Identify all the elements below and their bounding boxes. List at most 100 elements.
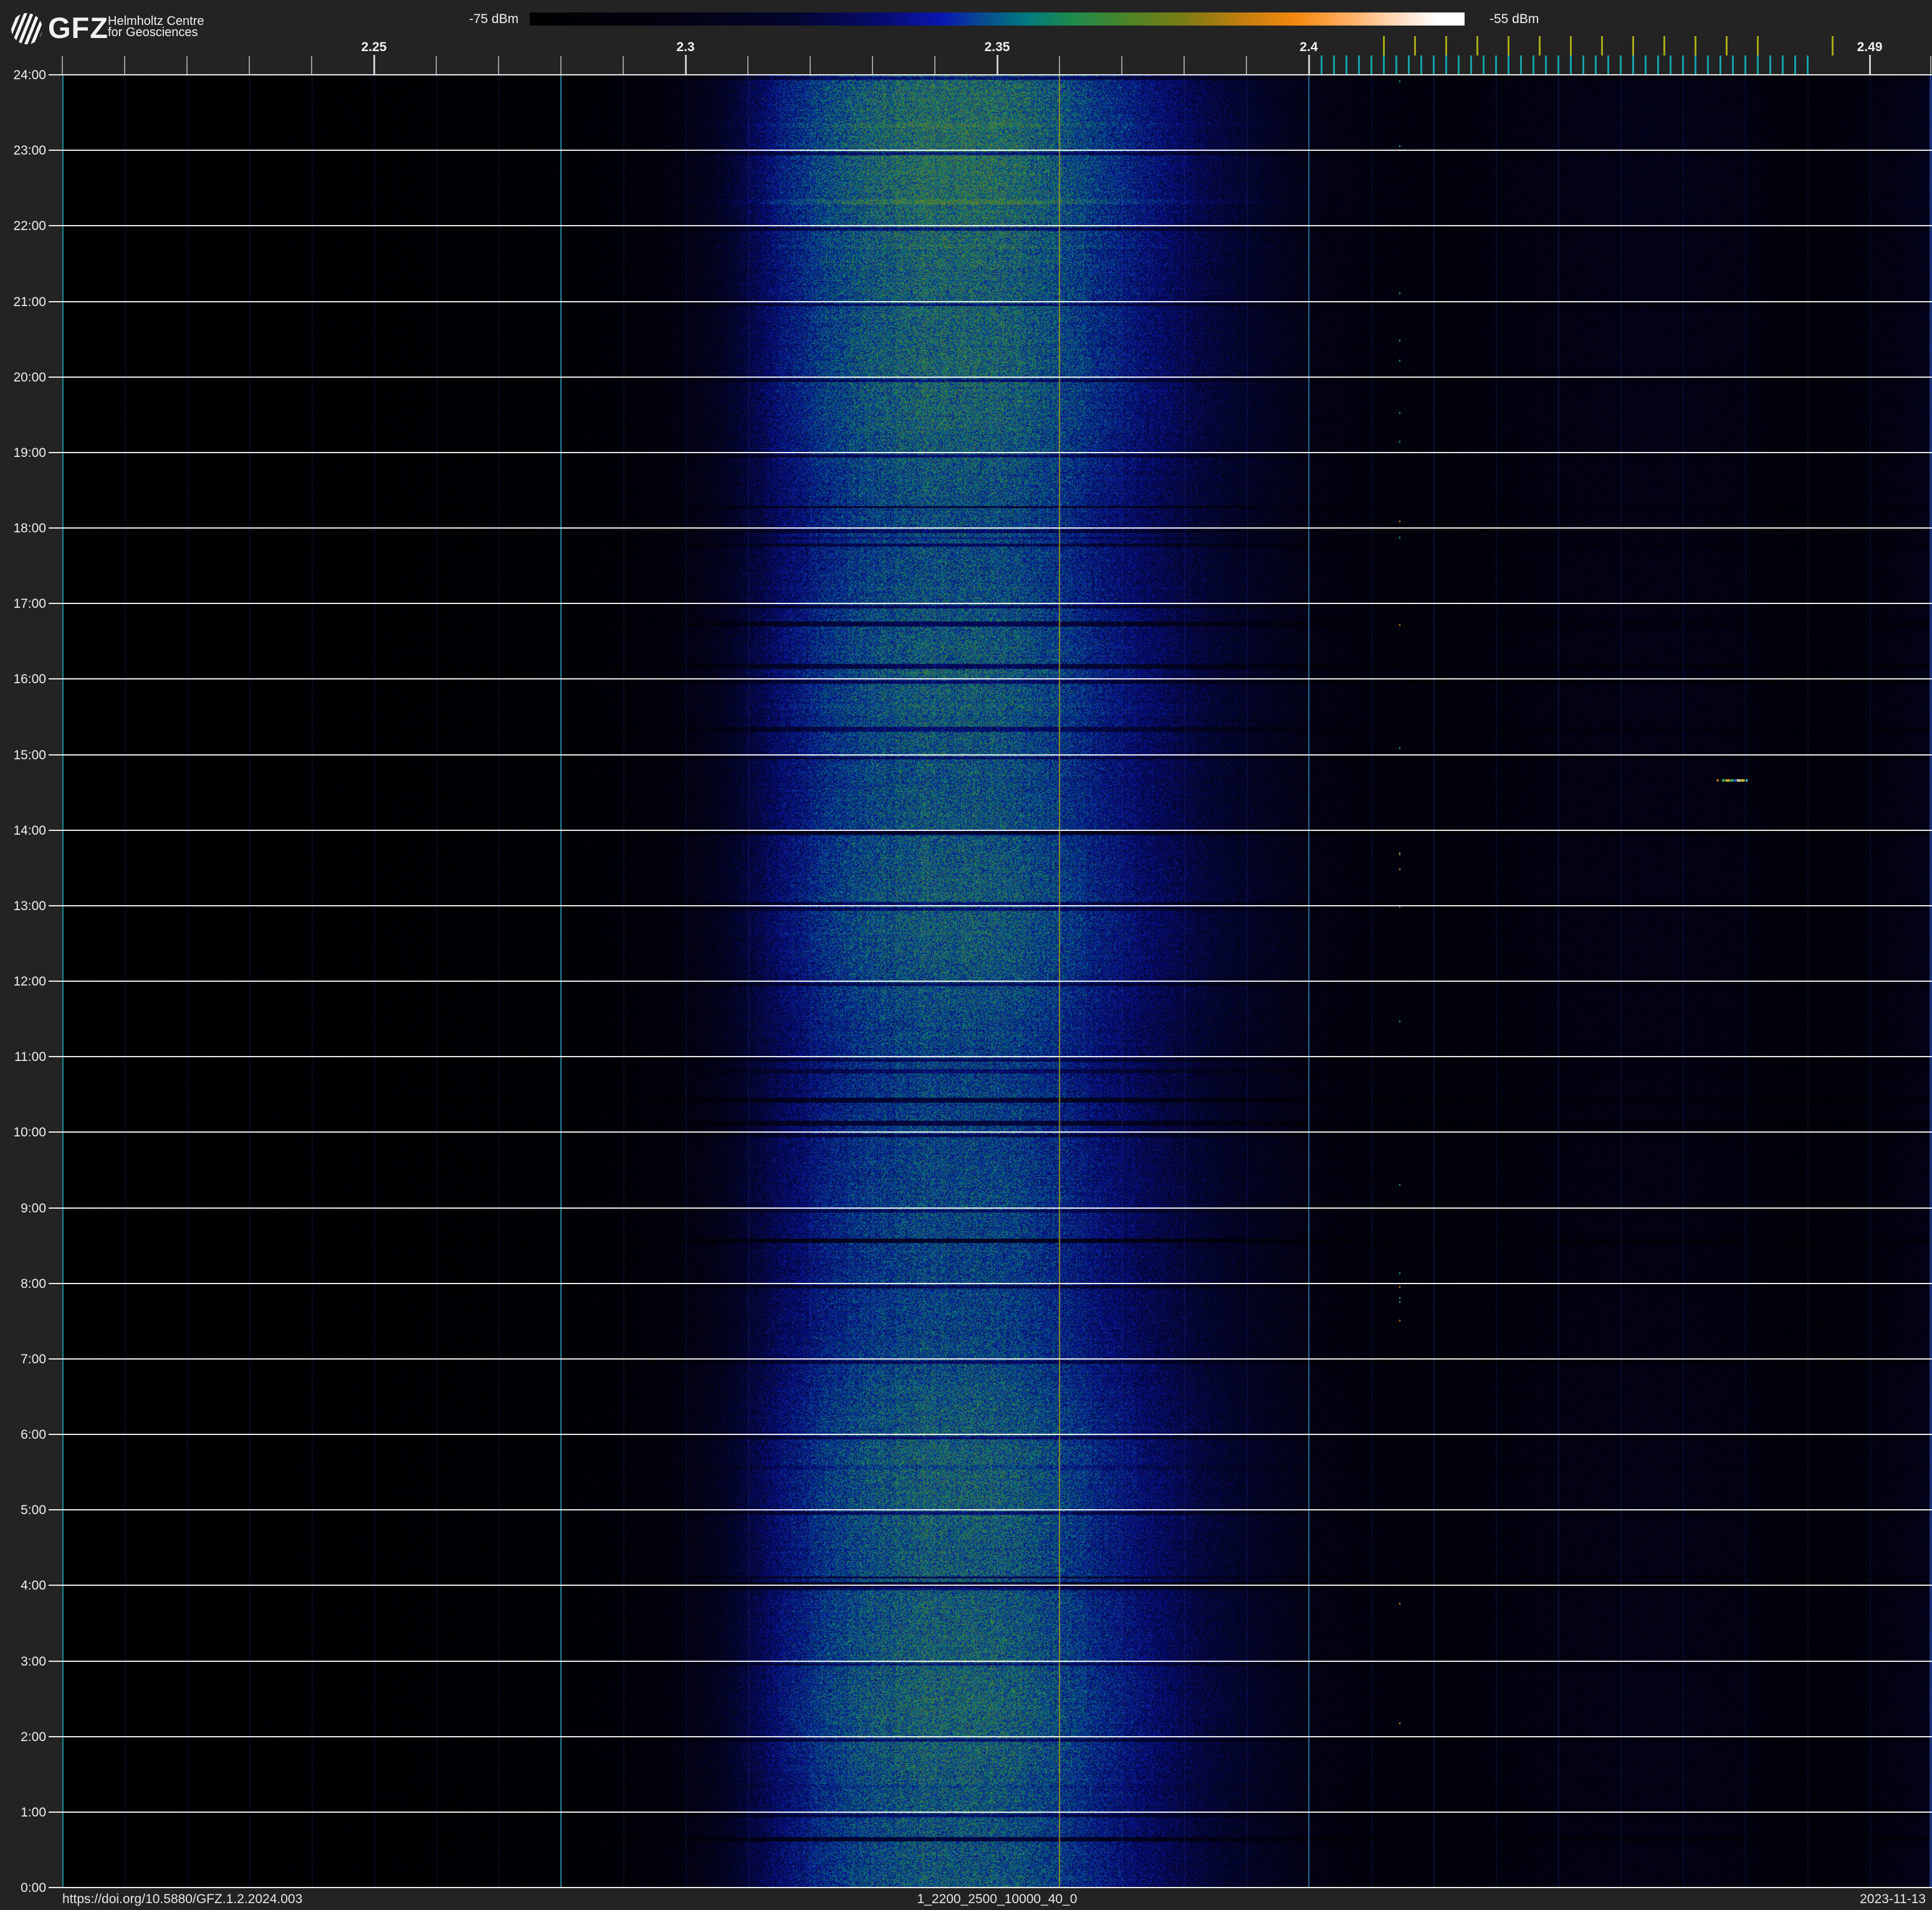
hour-label: 24:00 <box>13 68 46 82</box>
wifi-channel-tick <box>1476 36 1478 55</box>
hour-label: 15:00 <box>13 748 46 762</box>
hour-label: 10:00 <box>13 1125 46 1140</box>
bluetooth-channel-tick <box>1794 55 1796 74</box>
wifi-channel-tick <box>1570 36 1572 55</box>
bluetooth-channel-tick <box>1645 55 1647 74</box>
wifi-channel-tick <box>1663 36 1665 55</box>
x-minor-tick <box>1121 56 1122 74</box>
hour-label: 6:00 <box>21 1428 46 1442</box>
hour-label: 12:00 <box>13 974 46 989</box>
x-major-tick <box>1869 55 1871 74</box>
bluetooth-channel-tick <box>1533 55 1534 74</box>
bluetooth-channel-tick <box>1570 55 1572 74</box>
x-minor-tick <box>747 56 748 74</box>
x-minor-tick <box>186 56 188 74</box>
wifi-channel-tick <box>1414 36 1416 55</box>
hour-label: 8:00 <box>21 1277 46 1291</box>
hour-label: 21:00 <box>13 295 46 309</box>
x-major-tick <box>685 55 687 74</box>
bluetooth-channel-tick <box>1670 55 1671 74</box>
hour-label: 3:00 <box>21 1654 46 1669</box>
time-axis: 24:00 23:00 22:00 21:00 20:00 19:00 18:00 17:00… <box>0 0 62 1910</box>
hour-label: 20:00 <box>13 370 46 385</box>
bluetooth-channel-tick <box>1769 55 1771 74</box>
x-minor-tick <box>1184 56 1185 74</box>
bluetooth-channel-tick <box>1732 55 1734 74</box>
hour-label: 14:00 <box>13 823 46 838</box>
hour-label: 0:00 <box>21 1881 46 1895</box>
bluetooth-channel-tick <box>1757 55 1759 74</box>
x-minor-tick <box>810 56 811 74</box>
x-tick-label: 2.25 <box>361 40 387 54</box>
x-minor-tick <box>1246 56 1247 74</box>
bluetooth-channel-tick <box>1695 55 1696 74</box>
bluetooth-channel-tick <box>1346 55 1347 74</box>
x-major-tick <box>1308 55 1310 74</box>
bluetooth-channel-tick <box>1408 55 1410 74</box>
x-minor-tick <box>560 56 562 74</box>
wifi-channel-tick <box>1508 36 1509 55</box>
x-major-tick <box>373 55 375 74</box>
hour-gridline <box>49 1887 1932 1888</box>
wifi-channel-tick <box>1539 36 1541 55</box>
x-major-tick <box>997 55 998 74</box>
bluetooth-channel-tick <box>1595 55 1597 74</box>
bluetooth-channel-tick <box>1520 55 1522 74</box>
hour-label: 18:00 <box>13 521 46 535</box>
x-minor-tick <box>623 56 624 74</box>
date-text: 2023-11-13 <box>1860 1892 1926 1906</box>
hour-label: 11:00 <box>14 1050 46 1064</box>
bluetooth-channel-tick <box>1445 55 1447 74</box>
bluetooth-channel-tick <box>1383 55 1385 74</box>
x-minor-tick <box>872 56 873 74</box>
frequency-axis: 2.25 2.3 2.35 2.4 2.49 <box>0 0 1932 75</box>
bluetooth-channel-tick <box>1470 55 1472 74</box>
hour-label: 1:00 <box>21 1805 46 1820</box>
hour-label: 19:00 <box>13 446 46 460</box>
wifi-channel-tick <box>1695 36 1696 55</box>
bluetooth-channel-tick <box>1782 55 1784 74</box>
hour-label: 2:00 <box>21 1730 46 1744</box>
bluetooth-channel-tick <box>1707 55 1709 74</box>
hour-label: 22:00 <box>13 219 46 233</box>
bluetooth-channel-tick <box>1657 55 1659 74</box>
x-tick-label: 2.4 <box>1299 40 1318 54</box>
hour-label: 17:00 <box>13 597 46 611</box>
x-tick-label: 2.49 <box>1857 40 1883 54</box>
x-minor-tick <box>311 56 312 74</box>
x-tick-label: 2.3 <box>676 40 695 54</box>
bluetooth-channel-tick <box>1370 55 1372 74</box>
bluetooth-channel-tick <box>1395 55 1397 74</box>
wifi-channel-tick <box>1445 36 1447 55</box>
bluetooth-channel-tick <box>1807 55 1809 74</box>
bluetooth-channel-tick <box>1433 55 1435 74</box>
bluetooth-channel-tick <box>1333 55 1335 74</box>
x-minor-tick <box>934 56 935 74</box>
hour-label: 13:00 <box>13 899 46 913</box>
bluetooth-channel-tick <box>1557 55 1559 74</box>
x-minor-tick <box>498 56 499 74</box>
bluetooth-channel-tick <box>1744 55 1746 74</box>
bluetooth-channel-tick <box>1632 55 1634 74</box>
bluetooth-channel-tick <box>1358 55 1360 74</box>
wifi-channel-tick <box>1832 36 1834 55</box>
hour-label: 23:00 <box>13 143 46 158</box>
hour-label: 7:00 <box>21 1352 46 1366</box>
bluetooth-channel-tick <box>1682 55 1684 74</box>
bluetooth-channel-tick <box>1607 55 1609 74</box>
x-minor-tick <box>436 56 437 74</box>
x-minor-tick <box>1930 56 1931 74</box>
bluetooth-channel-tick <box>1495 55 1497 74</box>
wifi-channel-tick <box>1726 36 1728 55</box>
bluetooth-channel-tick <box>1420 55 1422 74</box>
hour-label: 4:00 <box>21 1578 46 1593</box>
wifi-channel-tick <box>1383 36 1385 55</box>
hour-label: 16:00 <box>13 672 46 686</box>
bluetooth-channel-tick <box>1620 55 1622 74</box>
x-minor-tick <box>124 56 125 74</box>
bluetooth-channel-tick <box>1483 55 1485 74</box>
x-minor-tick <box>1059 56 1060 74</box>
wifi-channel-tick <box>1757 36 1759 55</box>
spectrogram-plot <box>62 75 1932 1887</box>
spectrogram-canvas <box>62 75 1932 1887</box>
